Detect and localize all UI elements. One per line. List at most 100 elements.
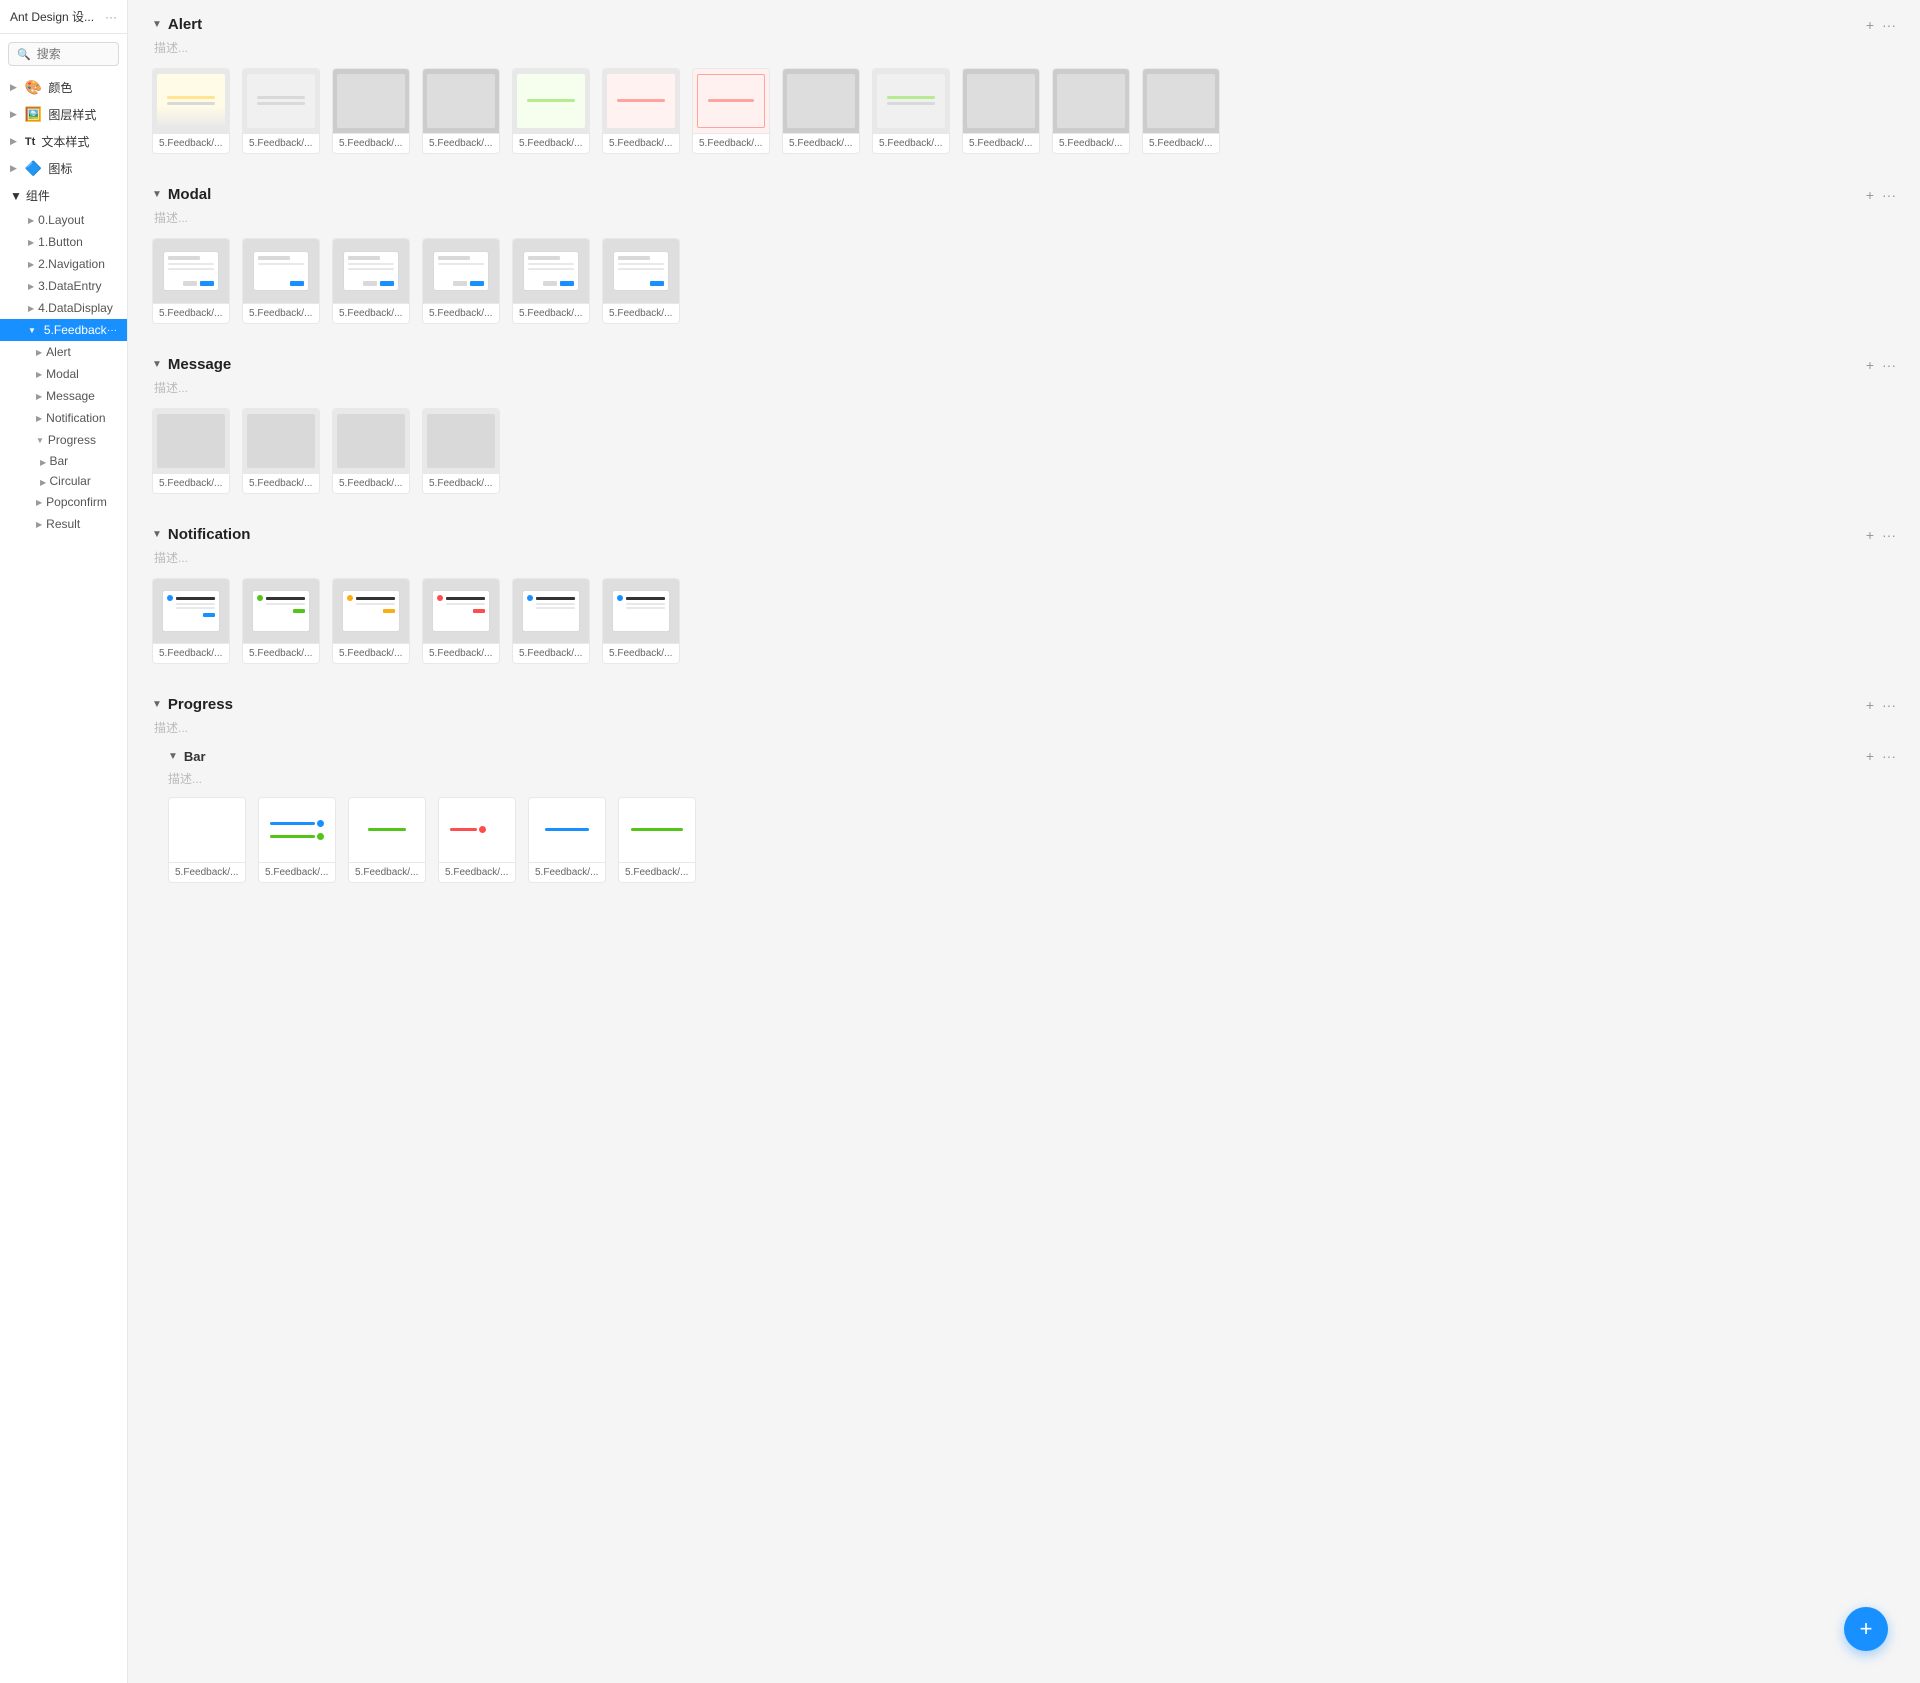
message-section: ▼ Message + ··· 描述... 5.Feedback/... 5.F… xyxy=(152,356,1896,494)
sidebar-item-label: 图层样式 xyxy=(48,106,96,123)
layer-icon: 🖼️ xyxy=(25,106,42,123)
sidebar-item-layout[interactable]: ▶ 0.Layout xyxy=(0,209,127,231)
alert-card-5[interactable]: 5.Feedback/... xyxy=(512,68,590,154)
bar-card-5[interactable]: 5.Feedback/... xyxy=(528,797,606,883)
sidebar-item-circular[interactable]: ▶ Circular xyxy=(0,471,127,491)
progress-desc: 描述... xyxy=(152,719,1896,736)
message-card-4[interactable]: 5.Feedback/... xyxy=(422,408,500,494)
alert-card-8[interactable]: 5.Feedback/... xyxy=(782,68,860,154)
progress-title-row[interactable]: ▼ Progress xyxy=(152,696,233,713)
message-card-2[interactable]: 5.Feedback/... xyxy=(242,408,320,494)
message-title-row[interactable]: ▼ Message xyxy=(152,356,231,373)
sidebar-nav-items: ▶ 0.Layout ▶ 1.Button ▶ 2.Navigation ▶ 3… xyxy=(0,209,127,535)
chevron-right-icon: ▶ xyxy=(36,370,42,379)
alert-add-button[interactable]: + xyxy=(1866,17,1874,33)
modal-card-2[interactable]: 5.Feedback/... xyxy=(242,238,320,324)
message-more-button[interactable]: ··· xyxy=(1882,357,1896,373)
notification-section: ▼ Notification + ··· 描述... 5.Feedback/..… xyxy=(152,526,1896,664)
alert-card-4[interactable]: 5.Feedback/... xyxy=(422,68,500,154)
sidebar-item-result[interactable]: ▶ Result xyxy=(0,513,127,535)
bar-section-actions: + ··· xyxy=(1866,748,1896,764)
card-label: 5.Feedback/... xyxy=(423,473,499,493)
chevron-down-icon: ▼ xyxy=(10,189,22,203)
sidebar-components-group[interactable]: ▼ 组件 xyxy=(0,182,127,209)
alert-more-button[interactable]: ··· xyxy=(1882,17,1896,33)
alert-card-6[interactable]: 5.Feedback/... xyxy=(602,68,680,154)
notification-title-row[interactable]: ▼ Notification xyxy=(152,526,250,543)
sidebar-item-dataentry[interactable]: ▶ 3.DataEntry xyxy=(0,275,127,297)
sidebar-item-icons[interactable]: ▶ 🔷 图标 xyxy=(0,155,127,182)
notification-card-6[interactable]: 5.Feedback/... xyxy=(602,578,680,664)
modal-more-button[interactable]: ··· xyxy=(1882,187,1896,203)
alert-card-2[interactable]: 5.Feedback/... xyxy=(242,68,320,154)
card-label: 5.Feedback/... xyxy=(153,133,229,153)
alert-card-10[interactable]: 5.Feedback/... xyxy=(962,68,1040,154)
chevron-down-icon: ▼ xyxy=(36,436,44,445)
notification-more-button[interactable]: ··· xyxy=(1882,527,1896,543)
card-label: 5.Feedback/... xyxy=(513,303,589,323)
bar-card-2[interactable]: 5.Feedback/... xyxy=(258,797,336,883)
search-input[interactable] xyxy=(37,47,110,61)
alert-card-12[interactable]: 5.Feedback/... xyxy=(1142,68,1220,154)
bar-title-row[interactable]: ▼ Bar xyxy=(168,749,206,764)
sidebar-item-datadisplay[interactable]: ▶ 4.DataDisplay xyxy=(0,297,127,319)
sidebar-item-modal[interactable]: ▶ Modal xyxy=(0,363,127,385)
alert-title-row[interactable]: ▼ Alert xyxy=(152,16,202,33)
sidebar-item-feedback[interactable]: ▼ 5.Feedback ··· xyxy=(0,319,127,341)
notification-card-3[interactable]: 5.Feedback/... xyxy=(332,578,410,664)
alert-card-1[interactable]: 5.Feedback/... xyxy=(152,68,230,154)
card-label: 5.Feedback/... xyxy=(169,862,245,882)
sidebar-item-message[interactable]: ▶ Message xyxy=(0,385,127,407)
app-menu-button[interactable]: ··· xyxy=(105,10,117,24)
progress-add-button[interactable]: + xyxy=(1866,697,1874,713)
notification-card-4[interactable]: 5.Feedback/... xyxy=(422,578,500,664)
feedback-options-icon[interactable]: ··· xyxy=(107,325,117,336)
bar-card-3[interactable]: 5.Feedback/... xyxy=(348,797,426,883)
modal-add-button[interactable]: + xyxy=(1866,187,1874,203)
sidebar-item-navigation[interactable]: ▶ 2.Navigation xyxy=(0,253,127,275)
sidebar-item-bar[interactable]: ▶ Bar xyxy=(0,451,127,471)
sidebar: Ant Design 设... ··· 🔍 ▶ 🎨 颜色 ▶ 🖼️ 图层样式 ▶… xyxy=(0,0,128,1683)
fab-button[interactable]: + xyxy=(1844,1607,1888,1651)
sidebar-item-button[interactable]: ▶ 1.Button xyxy=(0,231,127,253)
notification-card-5[interactable]: 5.Feedback/... xyxy=(512,578,590,664)
modal-card-1[interactable]: 5.Feedback/... xyxy=(152,238,230,324)
progress-more-button[interactable]: ··· xyxy=(1882,697,1896,713)
message-card-3[interactable]: 5.Feedback/... xyxy=(332,408,410,494)
modal-card-3[interactable]: 5.Feedback/... xyxy=(332,238,410,324)
alert-section-header: ▼ Alert + ··· xyxy=(152,16,1896,33)
alert-card-3[interactable]: 5.Feedback/... xyxy=(332,68,410,154)
card-label: 5.Feedback/... xyxy=(243,473,319,493)
sidebar-item-progress[interactable]: ▼ Progress xyxy=(0,429,127,451)
sidebar-item-layer-styles[interactable]: ▶ 🖼️ 图层样式 xyxy=(0,101,127,128)
search-box[interactable]: 🔍 xyxy=(8,42,119,66)
message-add-button[interactable]: + xyxy=(1866,357,1874,373)
card-label: 5.Feedback/... xyxy=(783,133,859,153)
notification-add-button[interactable]: + xyxy=(1866,527,1874,543)
alert-card-7[interactable]: 5.Feedback/... xyxy=(692,68,770,154)
sidebar-item-colors[interactable]: ▶ 🎨 颜色 xyxy=(0,74,127,101)
chevron-icon: ▶ xyxy=(10,163,17,174)
message-desc: 描述... xyxy=(152,379,1896,396)
sidebar-item-alert[interactable]: ▶ Alert xyxy=(0,341,127,363)
sidebar-item-text-styles[interactable]: ▶ Tt 文本样式 xyxy=(0,128,127,155)
alert-desc: 描述... xyxy=(152,39,1896,56)
sidebar-item-popconfirm[interactable]: ▶ Popconfirm xyxy=(0,491,127,513)
notification-card-1[interactable]: 5.Feedback/... xyxy=(152,578,230,664)
modal-card-4[interactable]: 5.Feedback/... xyxy=(422,238,500,324)
bar-more-button[interactable]: ··· xyxy=(1882,748,1896,764)
bar-card-6[interactable]: 5.Feedback/... xyxy=(618,797,696,883)
bar-card-4[interactable]: 5.Feedback/... xyxy=(438,797,516,883)
notification-card-2[interactable]: 5.Feedback/... xyxy=(242,578,320,664)
bar-add-button[interactable]: + xyxy=(1866,748,1874,764)
sidebar-item-notification[interactable]: ▶ Notification xyxy=(0,407,127,429)
modal-card-6[interactable]: 5.Feedback/... xyxy=(602,238,680,324)
alert-card-11[interactable]: 5.Feedback/... xyxy=(1052,68,1130,154)
card-label: 5.Feedback/... xyxy=(439,862,515,882)
modal-card-5[interactable]: 5.Feedback/... xyxy=(512,238,590,324)
message-card-1[interactable]: 5.Feedback/... xyxy=(152,408,230,494)
bar-card-1[interactable]: 5.Feedback/... xyxy=(168,797,246,883)
progress-section: ▼ Progress + ··· 描述... ▼ Bar + ··· 描述.. xyxy=(152,696,1896,883)
modal-title-row[interactable]: ▼ Modal xyxy=(152,186,211,203)
alert-card-9[interactable]: 5.Feedback/... xyxy=(872,68,950,154)
